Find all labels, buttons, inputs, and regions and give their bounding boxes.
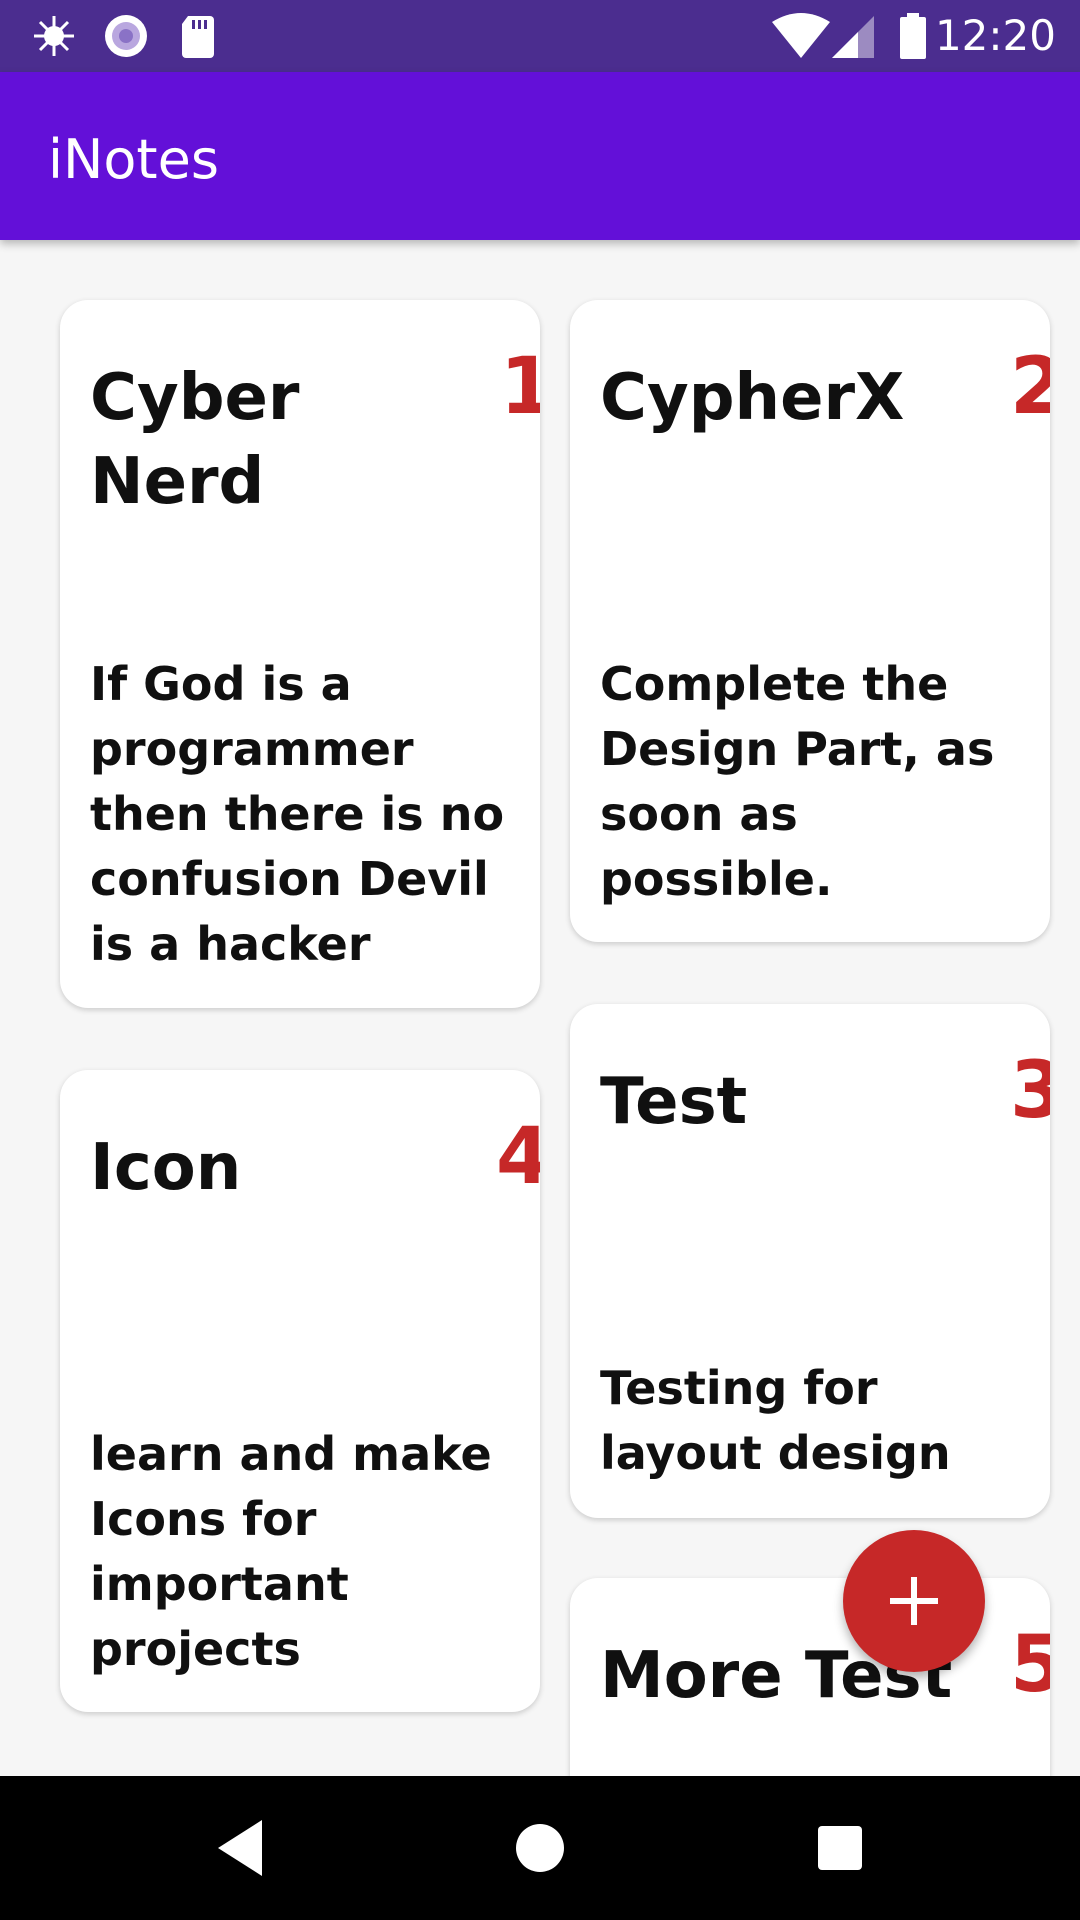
recents-icon[interactable] [804, 1812, 876, 1884]
note-number: 4 [496, 1112, 540, 1202]
settings-burst-icon [34, 16, 74, 56]
navigation-bar [0, 1776, 1080, 1920]
note-card[interactable]: Icon 4 learn and make Icons for importan… [60, 1070, 540, 1712]
clock: 12:20 [934, 11, 1056, 60]
note-number: 2 [1010, 342, 1050, 432]
note-card[interactable]: Cyber Nerd 1 If God is a programmer then… [60, 300, 540, 1008]
note-number: 3 [1010, 1046, 1050, 1136]
note-card[interactable]: CypherX 2 Complete the Design Part, as s… [570, 300, 1050, 942]
back-icon[interactable] [204, 1812, 276, 1884]
note-title: Cyber Nerd [90, 361, 300, 519]
battery-icon [900, 13, 926, 59]
home-icon[interactable] [504, 1812, 576, 1884]
sd-card-icon [182, 16, 214, 58]
add-note-button[interactable] [843, 1530, 985, 1672]
signal-icon [832, 16, 874, 58]
note-number: 5 [1010, 1620, 1050, 1710]
note-title: Icon [90, 1131, 242, 1205]
note-body: learn and make Icons for important proje… [90, 1427, 492, 1676]
app-bar: iNotes [0, 72, 1080, 240]
note-body: If God is a programmer then there is no … [90, 657, 505, 971]
note-number: 1 [500, 342, 540, 432]
circle-record-icon [105, 15, 147, 57]
app-title: iNotes [48, 128, 219, 191]
status-bar: 12:20 [0, 0, 1080, 72]
wifi-icon [772, 13, 830, 58]
note-card[interactable]: Test 3 Testing for layout design [570, 1004, 1050, 1518]
note-title: CypherX [600, 361, 905, 435]
note-title: Test [600, 1065, 748, 1139]
plus-icon [890, 1577, 938, 1625]
note-body: Complete the Design Part, as soon as pos… [600, 657, 995, 906]
note-body: Testing for layout design [600, 1361, 951, 1480]
